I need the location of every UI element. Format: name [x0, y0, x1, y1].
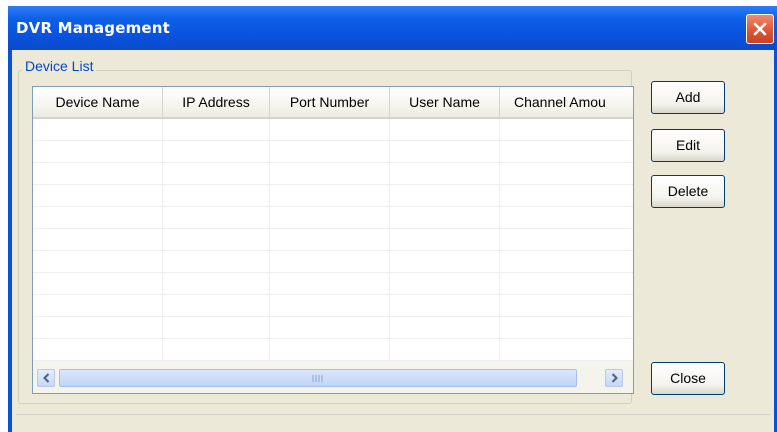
column-header-ip-address[interactable]: IP Address: [163, 87, 270, 117]
close-button[interactable]: Close: [651, 362, 725, 395]
device-list-label: Device List: [22, 58, 97, 74]
scroll-right-button[interactable]: [605, 369, 623, 387]
arrow-left-icon: [43, 373, 50, 383]
table-row[interactable]: [33, 273, 633, 295]
add-button[interactable]: Add: [651, 81, 725, 114]
horizontal-scrollbar[interactable]: [33, 361, 633, 393]
table-row[interactable]: [33, 229, 633, 251]
close-icon: [753, 22, 767, 36]
table-header: Device Name IP Address Port Number User …: [33, 87, 633, 119]
table-row[interactable]: [33, 317, 633, 339]
device-list-table[interactable]: Device Name IP Address Port Number User …: [32, 86, 634, 394]
title-close-button[interactable]: [746, 14, 774, 44]
title-bar[interactable]: DVR Management: [8, 6, 777, 50]
edit-button[interactable]: Edit: [651, 129, 725, 162]
table-row[interactable]: [33, 251, 633, 273]
window-title: DVR Management: [16, 19, 171, 37]
table-body[interactable]: [33, 119, 633, 361]
column-header-port-number[interactable]: Port Number: [270, 87, 390, 117]
arrow-right-icon: [611, 373, 618, 383]
column-header-user-name[interactable]: User Name: [390, 87, 500, 117]
scroll-left-button[interactable]: [37, 369, 55, 387]
table-row[interactable]: [33, 119, 633, 141]
delete-button[interactable]: Delete: [651, 175, 725, 208]
column-header-device-name[interactable]: Device Name: [33, 87, 163, 117]
dvr-management-window: DVR Management Device List Device Name I…: [8, 6, 777, 432]
table-row[interactable]: [33, 141, 633, 163]
table-row[interactable]: [33, 295, 633, 317]
column-header-channel-amount[interactable]: Channel Amou: [500, 87, 633, 117]
scrollbar-thumb[interactable]: [59, 369, 577, 387]
status-strip: [16, 414, 770, 432]
grip-icon: [312, 375, 323, 382]
table-row[interactable]: [33, 207, 633, 229]
table-row[interactable]: [33, 185, 633, 207]
table-row[interactable]: [33, 339, 633, 361]
table-row[interactable]: [33, 163, 633, 185]
dialog-client-area: Device List Device Name IP Address Port …: [12, 50, 774, 432]
